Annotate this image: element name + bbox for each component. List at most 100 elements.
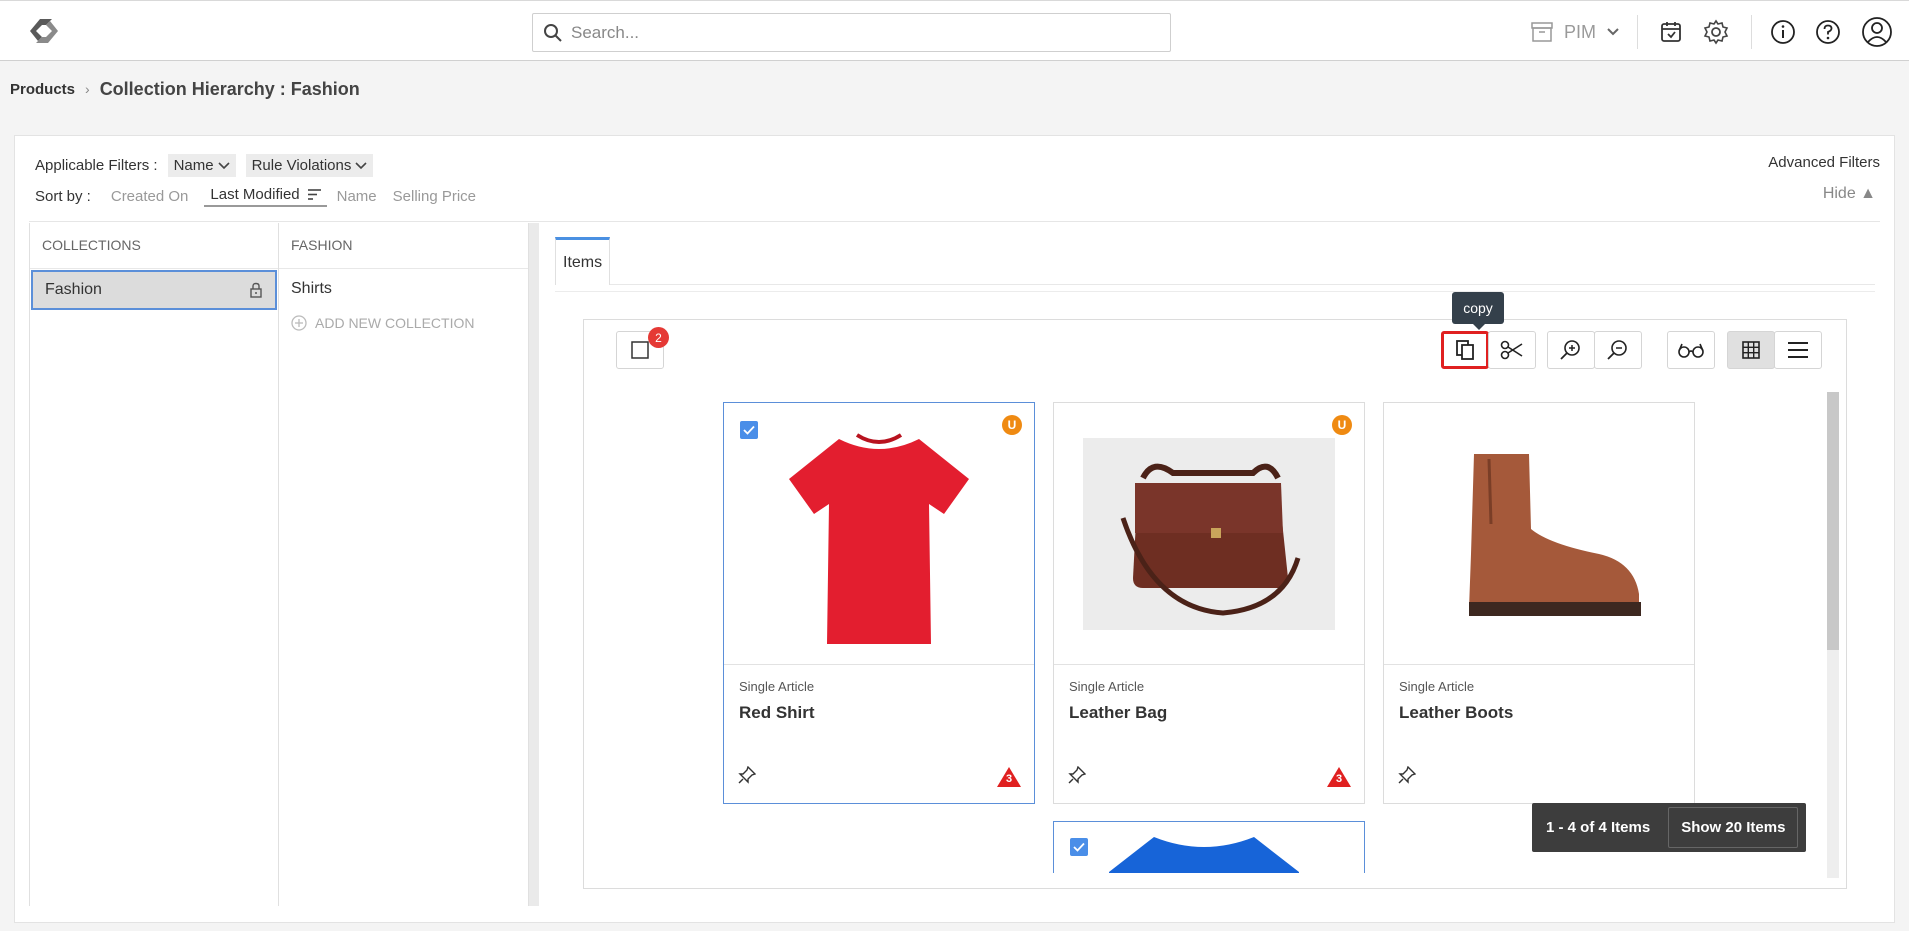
divider <box>1751 15 1752 49</box>
chevron-down-icon <box>218 161 230 169</box>
collection-label: Shirts <box>291 280 332 297</box>
filter-chip-rule-violations[interactable]: Rule Violations <box>245 154 374 177</box>
filter-chip-label: Rule Violations <box>251 157 352 174</box>
zoom-in-icon <box>1560 340 1580 360</box>
add-new-collection-button[interactable]: ADD NEW COLLECTION <box>279 309 528 337</box>
chevron-down-icon <box>355 161 367 169</box>
product-card-frame <box>1053 821 1365 873</box>
product-image <box>724 403 1034 665</box>
collection-item-fashion[interactable]: Fashion <box>31 270 277 310</box>
gear-icon[interactable] <box>1701 17 1731 47</box>
show-items-button[interactable]: Show 20 Items <box>1668 807 1799 848</box>
splitter[interactable] <box>529 223 539 906</box>
zoom-out-icon <box>1607 340 1627 360</box>
filter-row: Applicable Filters : Name Rule Violation… <box>35 154 374 177</box>
logo-icon[interactable] <box>22 13 66 49</box>
hide-filters-toggle[interactable]: Hide ▲ <box>1823 185 1876 203</box>
list-view-button[interactable] <box>1774 331 1822 369</box>
tab-items[interactable]: Items <box>555 237 611 285</box>
collections-header: COLLECTIONS <box>30 223 278 269</box>
lock-icon[interactable] <box>249 282 263 298</box>
pin-icon[interactable] <box>1068 766 1086 784</box>
module-switcher[interactable]: PIM <box>1530 19 1620 45</box>
update-badge: U <box>1332 415 1352 435</box>
sort-desc-icon <box>307 189 321 200</box>
sort-created-on[interactable]: Created On <box>111 188 189 205</box>
checkbox-icon <box>631 341 649 359</box>
product-card-partial[interactable] <box>1053 821 1365 873</box>
scrollbar-thumb[interactable] <box>1827 392 1839 650</box>
product-card[interactable]: U Single Article Leather Bag 3 <box>1053 402 1365 804</box>
product-card[interactable]: Single Article Leather Boots <box>1383 402 1695 804</box>
checkmark-icon <box>1073 842 1085 852</box>
collections-column: COLLECTIONS Fashion <box>29 223 279 906</box>
module-label: PIM <box>1564 21 1597 42</box>
filter-chip-label: Name <box>173 157 214 174</box>
filters-label: Applicable Filters : <box>35 157 158 174</box>
update-badge: U <box>1002 415 1022 435</box>
glasses-icon <box>1678 343 1704 358</box>
collection-item-shirts[interactable]: Shirts <box>279 269 528 309</box>
sort-row: Sort by : Created On Last Modified Name … <box>35 186 492 207</box>
pin-icon[interactable] <box>1398 766 1416 784</box>
item-count: 1 - 4 of 4 Items <box>1546 819 1651 836</box>
item-checkbox[interactable] <box>1070 838 1088 856</box>
tab-bar: Items <box>555 237 1875 285</box>
cut-button[interactable] <box>1488 331 1536 369</box>
scissors-icon <box>1500 340 1523 360</box>
red-shirt-image <box>789 432 969 644</box>
sort-label: Sort by : <box>35 188 91 205</box>
divider <box>555 291 1875 292</box>
breadcrumb-products-link[interactable]: Products <box>10 81 75 98</box>
scrollbar[interactable] <box>1827 392 1839 878</box>
pagination-bar: 1 - 4 of 4 Items Show 20 Items <box>1532 803 1806 852</box>
page-title: Collection Hierarchy : Fashion <box>99 78 360 99</box>
product-type: Single Article <box>739 679 815 694</box>
tab-label: Items <box>563 253 603 271</box>
filter-chip-name[interactable]: Name <box>167 154 236 177</box>
product-image <box>1054 403 1364 665</box>
user-icon[interactable] <box>1860 15 1894 49</box>
search-bar[interactable] <box>532 13 1171 52</box>
grid-icon <box>1742 341 1760 359</box>
info-icon[interactable] <box>1768 17 1798 47</box>
grid-view-button[interactable] <box>1727 331 1775 369</box>
rule-violation-warning[interactable]: 3 <box>1326 766 1352 793</box>
selected-count-badge: 2 <box>648 327 669 348</box>
divider <box>29 221 1880 222</box>
product-name: Leather Boots <box>1399 703 1514 722</box>
sort-name[interactable]: Name <box>337 188 377 205</box>
copy-tooltip: copy <box>1452 292 1504 330</box>
product-name: Red Shirt <box>739 703 815 722</box>
warning-count: 3 <box>1335 773 1343 785</box>
pin-icon[interactable] <box>738 766 756 784</box>
copy-button[interactable] <box>1441 331 1489 369</box>
store-icon[interactable] <box>1656 17 1686 47</box>
preview-button[interactable] <box>1667 331 1715 369</box>
checkmark-icon <box>743 425 755 435</box>
leather-boots-image <box>1469 453 1641 616</box>
item-checkbox[interactable] <box>740 421 758 439</box>
fashion-column: FASHION Shirts ADD NEW COLLECTION <box>279 223 529 906</box>
advanced-filters-link[interactable]: Advanced Filters <box>1768 154 1880 171</box>
product-name: Leather Bag <box>1069 703 1168 722</box>
sort-last-modified[interactable]: Last Modified <box>204 186 327 207</box>
product-image <box>1384 403 1694 665</box>
top-bar: PIM <box>0 0 1909 61</box>
copy-icon <box>1456 340 1474 360</box>
breadcrumb-separator: › <box>85 81 90 97</box>
warning-count: 3 <box>1005 773 1013 785</box>
zoom-in-button[interactable] <box>1547 331 1595 369</box>
collection-label: Fashion <box>45 281 102 298</box>
leather-bag-image <box>1083 437 1335 630</box>
list-icon <box>1788 342 1808 358</box>
rule-violation-warning[interactable]: 3 <box>996 766 1022 793</box>
plus-circle-icon <box>291 315 307 331</box>
help-icon[interactable] <box>1813 17 1843 47</box>
product-type: Single Article <box>1399 679 1475 694</box>
zoom-out-button[interactable] <box>1594 331 1642 369</box>
product-card[interactable]: U Single Article Red Shirt 3 <box>723 402 1035 804</box>
search-input[interactable] <box>571 16 1151 49</box>
sort-selling-price[interactable]: Selling Price <box>393 188 476 205</box>
divider <box>1637 15 1638 49</box>
